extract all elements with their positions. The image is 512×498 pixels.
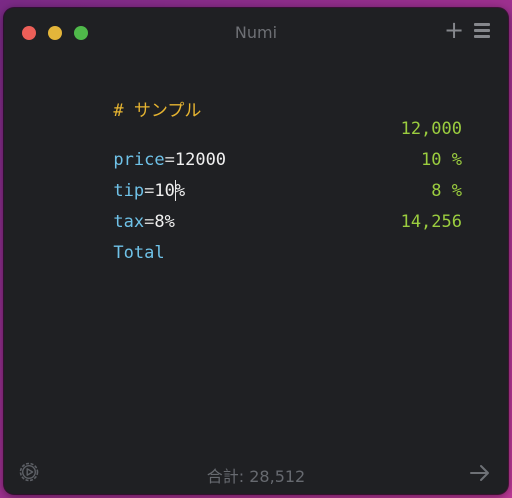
- line-result: 10 %: [421, 150, 462, 170]
- calc-line-total[interactable]: Total 14,256: [52, 207, 462, 263]
- plus-icon[interactable]: +: [444, 18, 464, 42]
- line-result: 8 %: [431, 181, 462, 201]
- arrow-right-icon[interactable]: [469, 463, 491, 483]
- hamburger-menu-icon[interactable]: [474, 23, 490, 39]
- variable-name: Total: [113, 243, 165, 263]
- window-title: Numi: [234, 23, 278, 42]
- grand-total-label: 合計: 28,512: [206, 467, 306, 486]
- calc-line-price[interactable]: price=12000 12,000: [52, 114, 462, 170]
- heading-line: # サンプル: [52, 78, 462, 121]
- line-result: 12,000: [400, 119, 462, 139]
- line-result: 14,256: [400, 212, 462, 232]
- numi-window: Numi + # サンプル price=12000 12,000 tip=10%…: [4, 8, 508, 494]
- calc-line-tax[interactable]: tax=8% 8 %: [52, 176, 462, 232]
- calculation-editor[interactable]: # サンプル price=12000 12,000 tip=10% 10 % t…: [52, 78, 462, 263]
- title-bar: Numi +: [4, 8, 508, 54]
- calc-line-tip[interactable]: tip=10% 10 %: [52, 145, 462, 201]
